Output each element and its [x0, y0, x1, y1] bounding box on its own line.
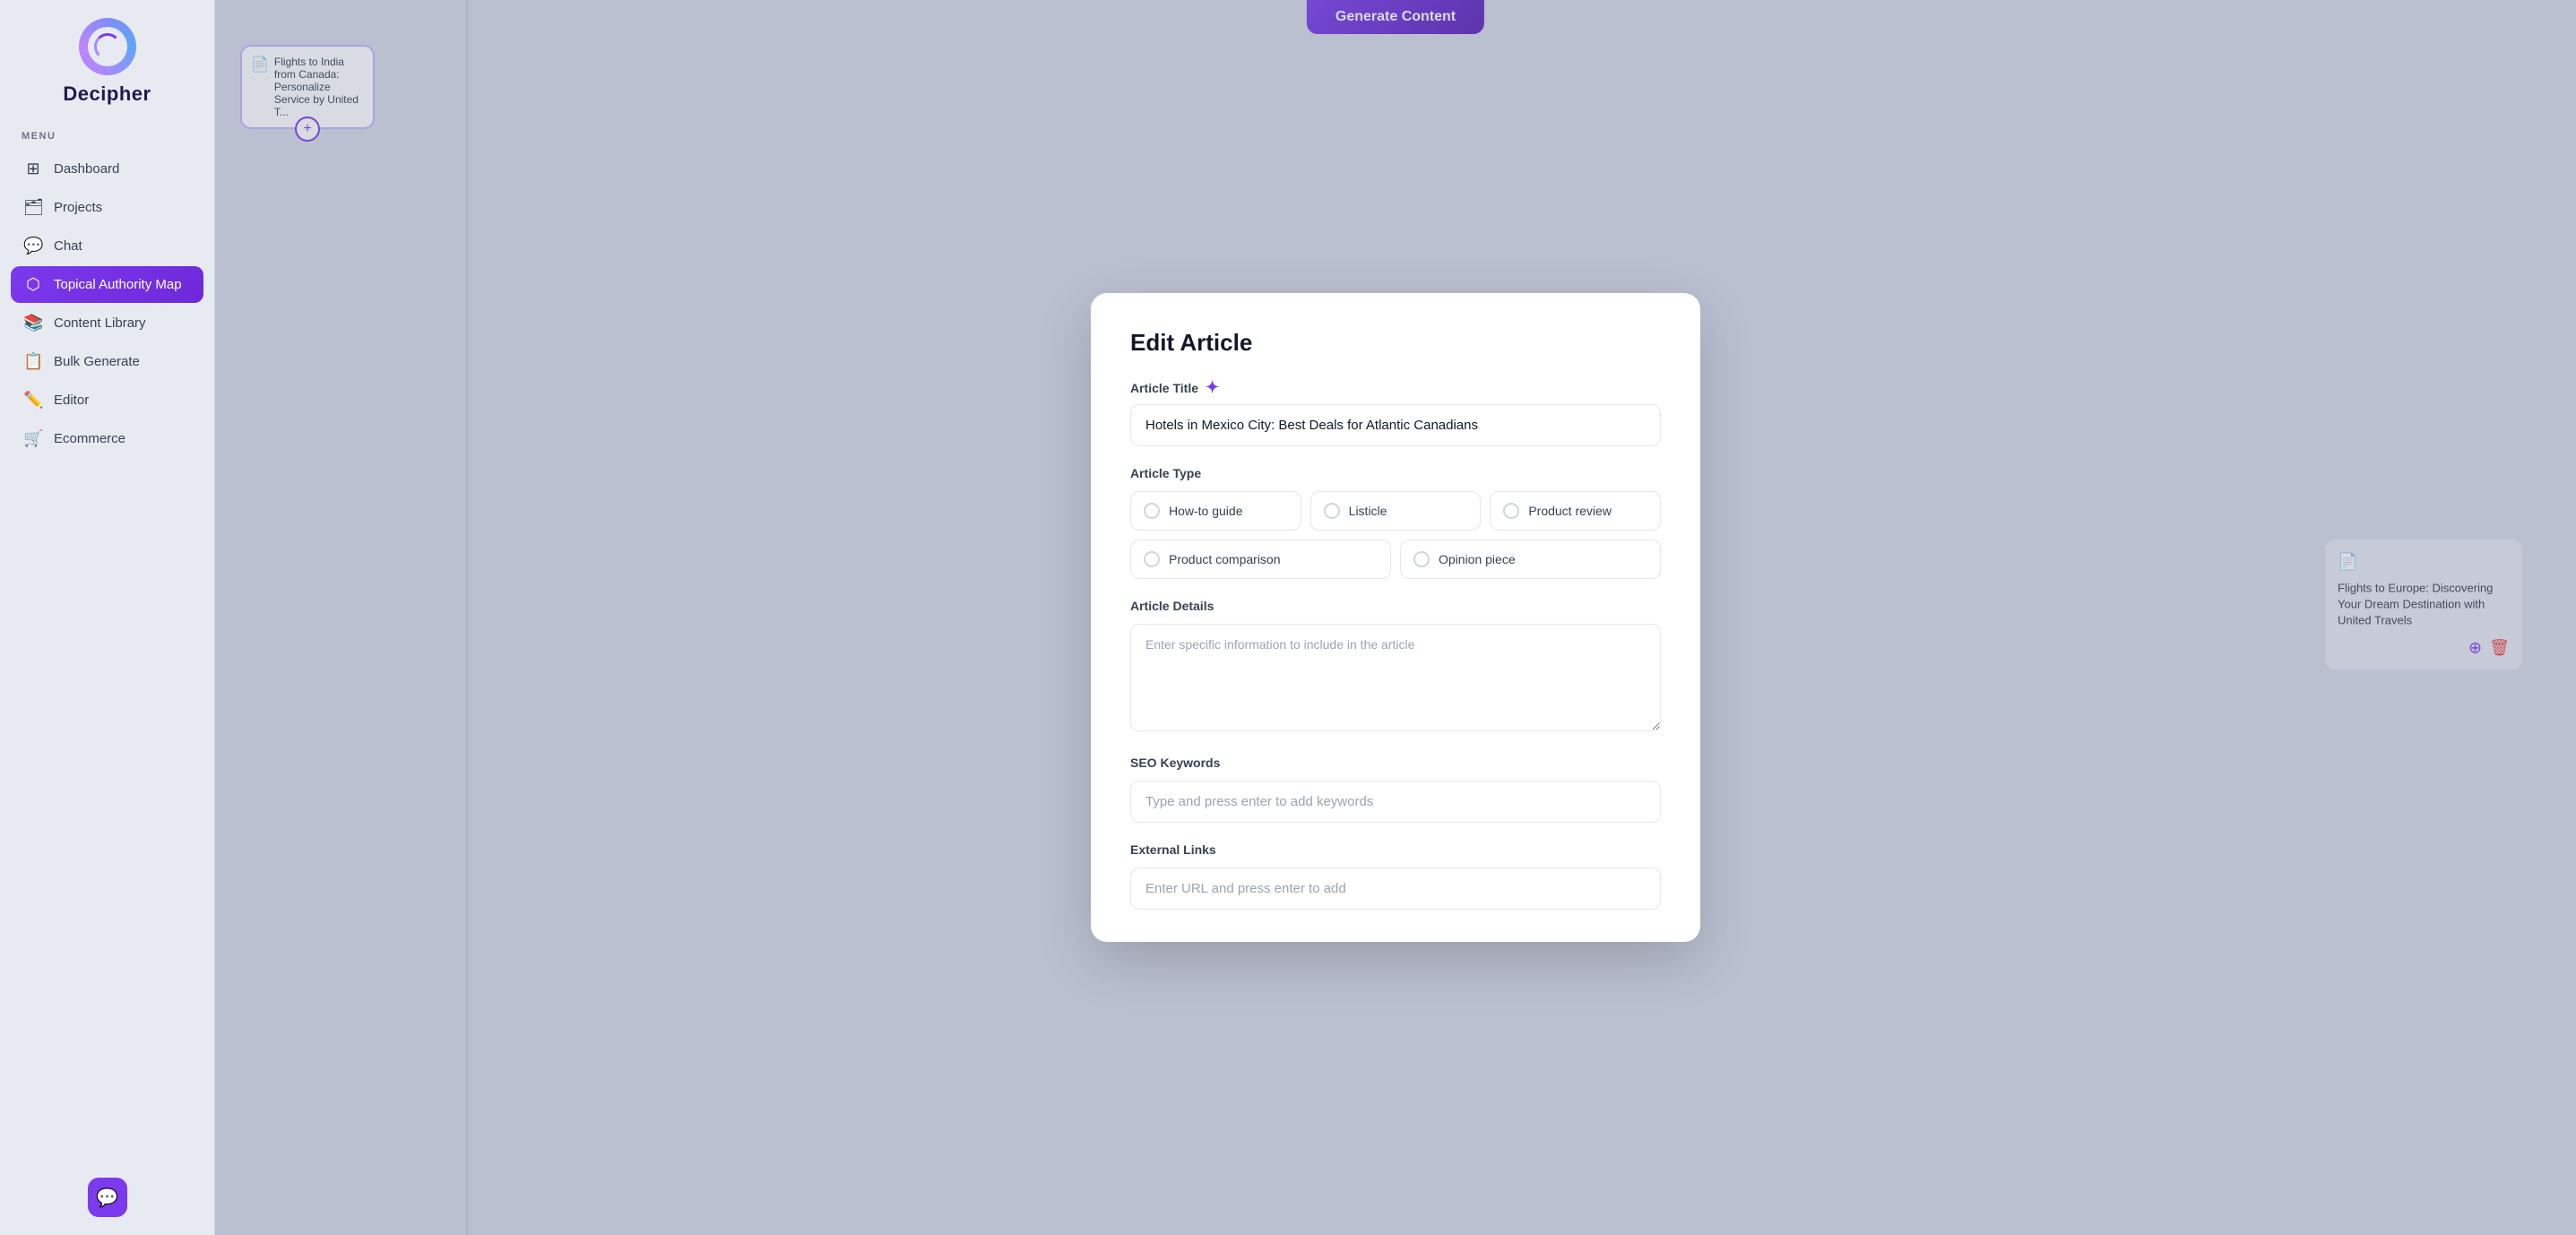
sidebar-item-topical-authority-map[interactable]: ⬡ Topical Authority Map [11, 266, 203, 303]
article-type-label: Article Type [1130, 466, 1661, 480]
sidebar-item-dashboard[interactable]: ⊞ Dashboard [11, 151, 203, 187]
radio-label-how-to-guide: How-to guide [1169, 504, 1243, 518]
sidebar-item-label: Projects [54, 200, 102, 215]
sidebar-item-content-library[interactable]: 📚 Content Library [11, 305, 203, 341]
article-type-row: Product comparison Opinion piece [1130, 540, 1661, 579]
support-chat-icon: 💬 [96, 1187, 118, 1209]
sidebar-item-editor[interactable]: ✏️ Editor [11, 382, 203, 419]
sidebar-item-label: Editor [54, 393, 89, 408]
article-title-input[interactable] [1130, 404, 1661, 446]
article-type-product-review[interactable]: Product review [1490, 491, 1661, 531]
sidebar-logo: Decipher [63, 18, 151, 106]
dashboard-icon: ⊞ [23, 160, 43, 178]
editor-icon: ✏️ [23, 391, 43, 410]
sidebar-item-label: Bulk Generate [54, 354, 140, 369]
modal-title: Edit Article [1130, 329, 1661, 357]
sidebar-item-label: Content Library [54, 315, 146, 331]
sidebar-item-label: Topical Authority Map [54, 277, 182, 292]
article-title-label: Article Title ✦ [1130, 378, 1661, 397]
sidebar-item-bulk-generate[interactable]: 📋 Bulk Generate [11, 343, 203, 380]
bulk-generate-icon: 📋 [23, 352, 43, 371]
sidebar-nav: ⊞ Dashboard 🗂 Projects 💬 Chat ⬡ Topical … [0, 151, 214, 457]
radio-label-opinion-piece: Opinion piece [1439, 552, 1516, 566]
app-title: Decipher [63, 82, 151, 106]
article-type-how-to-guide[interactable]: How-to guide [1130, 491, 1301, 531]
article-type-grid: How-to guide Listicle Product review [1130, 491, 1661, 531]
projects-icon: 🗂 [23, 198, 43, 217]
radio-circle-product-comparison [1144, 551, 1160, 567]
radio-circle-how-to-guide [1144, 503, 1160, 519]
article-type-listicle[interactable]: Listicle [1310, 491, 1482, 531]
external-links-label: External Links [1130, 842, 1661, 857]
sidebar-item-projects[interactable]: 🗂 Projects [11, 189, 203, 226]
ai-sparkle-icon: ✦ [1206, 378, 1219, 397]
article-details-label: Article Details [1130, 599, 1661, 613]
sidebar-item-label: Ecommerce [54, 431, 125, 446]
radio-circle-opinion-piece [1413, 551, 1430, 567]
support-chat-button[interactable]: 💬 [88, 1178, 127, 1217]
sidebar-item-chat[interactable]: 💬 Chat [11, 228, 203, 264]
content-library-icon: 📚 [23, 314, 43, 332]
topical-authority-map-icon: ⬡ [23, 275, 43, 294]
sidebar-item-label: Chat [54, 238, 82, 254]
radio-circle-listicle [1324, 503, 1340, 519]
article-details-textarea[interactable] [1130, 624, 1661, 731]
main-area: Generate Content 📄 Flights to India from… [215, 0, 2576, 1235]
menu-label: MENU [0, 131, 56, 142]
modal-overlay: Edit Article Article Title ✦ Article Typ… [215, 0, 2576, 1235]
article-type-product-comparison[interactable]: Product comparison [1130, 540, 1391, 579]
logo-icon [79, 18, 136, 75]
chat-icon: 💬 [23, 237, 43, 255]
article-type-opinion-piece[interactable]: Opinion piece [1400, 540, 1661, 579]
sidebar-item-ecommerce[interactable]: 🛒 Ecommerce [11, 420, 203, 457]
seo-keywords-input[interactable] [1130, 781, 1661, 823]
sidebar-item-label: Dashboard [54, 161, 119, 177]
sidebar: Decipher MENU ⊞ Dashboard 🗂 Projects 💬 C… [0, 0, 215, 1235]
radio-circle-product-review [1503, 503, 1519, 519]
external-links-input[interactable] [1130, 868, 1661, 910]
ecommerce-icon: 🛒 [23, 429, 43, 448]
edit-article-modal: Edit Article Article Title ✦ Article Typ… [1091, 293, 1700, 942]
radio-label-product-comparison: Product comparison [1169, 552, 1281, 566]
radio-label-product-review: Product review [1528, 504, 1612, 518]
seo-keywords-label: SEO Keywords [1130, 756, 1661, 770]
radio-label-listicle: Listicle [1349, 504, 1387, 518]
